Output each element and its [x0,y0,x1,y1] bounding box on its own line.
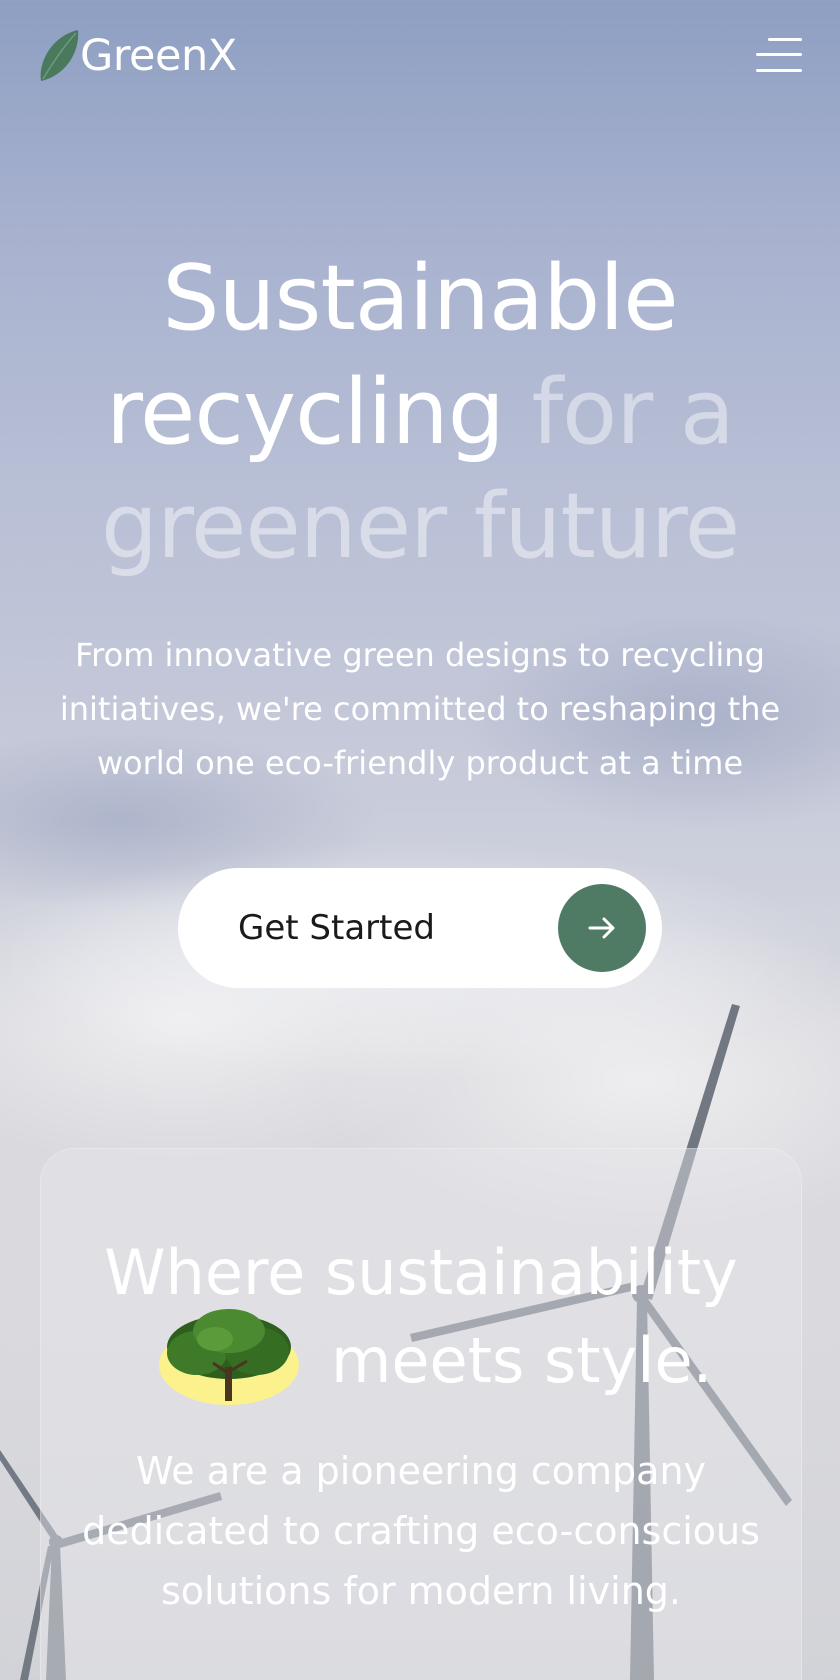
menu-button[interactable] [756,38,802,74]
hamburger-menu-icon [756,38,802,72]
logo[interactable]: GreenX [38,28,237,84]
cta-label: Get Started [238,908,435,948]
site-header: GreenX [0,0,840,130]
tree-image [159,1309,299,1405]
hero-subtitle: From innovative green designs to recycli… [59,636,781,782]
about-card: Where sustainability meets style. We are… [40,1148,802,1680]
about-title-line1: Where sustainability [104,1236,738,1309]
hero-title: Sustainable recycling for a greener futu… [0,242,840,584]
arrow-right-icon [588,917,615,939]
brand-name: GreenX [80,31,237,81]
cta-arrow-circle [558,884,646,972]
about-description: We are a pioneering company dedicated to… [82,1449,760,1613]
leaf-icon [40,30,79,81]
get-started-button[interactable]: Get Started [178,868,662,988]
about-title-line2: meets style. [331,1324,713,1397]
